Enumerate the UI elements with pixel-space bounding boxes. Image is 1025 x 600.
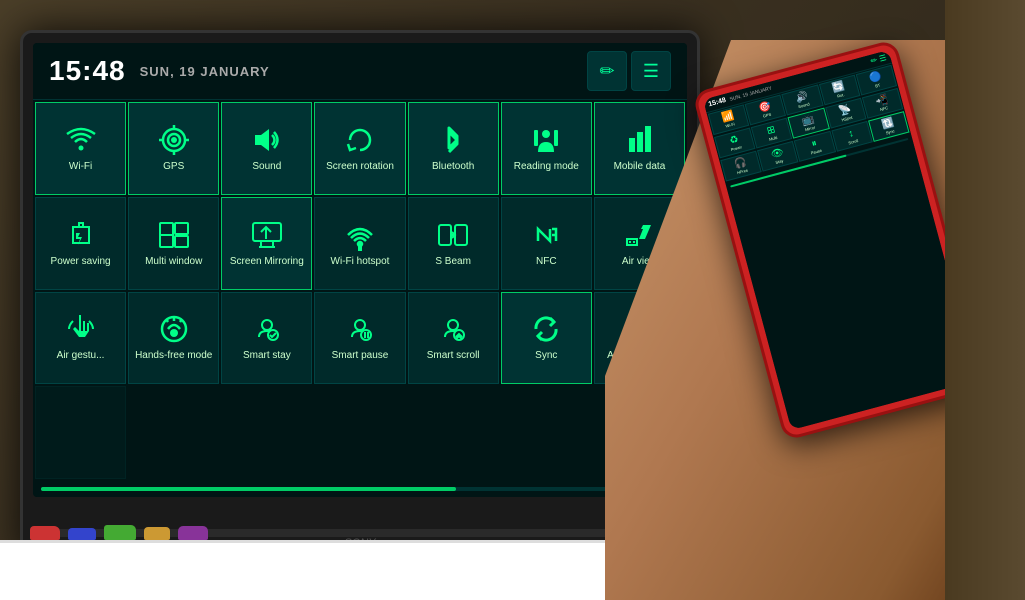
screen-mirroring-icon: [251, 219, 283, 251]
hands-free-icon: [158, 313, 190, 345]
reading-mode-label: Reading mode: [514, 160, 579, 173]
screen-mirroring-label: Screen Mirroring: [230, 255, 304, 268]
screen-rotation-label: Screen rotation: [326, 160, 394, 173]
gps-label: GPS: [163, 160, 184, 173]
smart-pause-label: Smart pause: [332, 349, 389, 362]
s-beam-cell[interactable]: S Beam: [408, 197, 499, 290]
smart-pause-cell[interactable]: Smart pause: [314, 292, 405, 385]
screen-content: 15:48 SUN, 19 JANUARY ✏ ☰: [33, 43, 687, 497]
toy-2: [68, 528, 96, 540]
bluetooth-cell[interactable]: Bluetooth: [408, 102, 499, 195]
sync-icon: [530, 313, 562, 345]
time-display: 15:48: [49, 55, 126, 87]
wifi-hotspot-icon: [344, 219, 376, 251]
multi-window-cell[interactable]: Multi window: [128, 197, 219, 290]
sound-label: Sound: [252, 160, 281, 173]
progress-bar: [41, 487, 679, 491]
smart-stay-icon: [251, 313, 283, 345]
s-beam-icon: [437, 219, 469, 251]
edit-button[interactable]: ✏: [587, 51, 627, 91]
wifi-hotspot-cell[interactable]: Wi-Fi hotspot: [314, 197, 405, 290]
gps-cell[interactable]: GPS: [128, 102, 219, 195]
edit-icon: ✏: [599, 61, 614, 82]
date-display: SUN, 19 JANUARY: [140, 64, 270, 79]
hands-free-label: Hands-free mode: [135, 349, 212, 362]
progress-fill: [41, 487, 456, 491]
s-beam-label: S Beam: [435, 255, 471, 268]
sync-cell[interactable]: Sync: [501, 292, 592, 385]
smart-scroll-icon: [437, 313, 469, 345]
screen-rotation-icon: [344, 124, 376, 156]
power-saving-cell[interactable]: Power saving: [35, 197, 126, 290]
wifi-hotspot-label: Wi-Fi hotspot: [331, 255, 390, 268]
right-wall: [945, 0, 1025, 600]
toy-4: [144, 527, 170, 540]
smart-scroll-cell[interactable]: Smart scroll: [408, 292, 499, 385]
tv-screen: 15:48 SUN, 19 JANUARY ✏ ☰: [33, 43, 687, 497]
toy-1: [30, 526, 60, 540]
bluetooth-label: Bluetooth: [432, 160, 474, 173]
tv-frame: 15:48 SUN, 19 JANUARY ✏ ☰: [20, 30, 700, 560]
multi-window-label: Multi window: [145, 255, 202, 268]
bluetooth-icon: [437, 124, 469, 156]
hands-free-cell[interactable]: Hands-free mode: [128, 292, 219, 385]
sound-cell[interactable]: Sound: [221, 102, 312, 195]
mobile-data-label: Mobile data: [614, 160, 666, 173]
screen-rotation-cell[interactable]: Screen rotation: [314, 102, 405, 195]
menu-icon: ☰: [643, 61, 659, 82]
smart-stay-cell[interactable]: Smart stay: [221, 292, 312, 385]
smart-scroll-label: Smart scroll: [427, 349, 480, 362]
sound-icon: [251, 124, 283, 156]
reading-mode-icon: [530, 124, 562, 156]
toy-3: [104, 525, 136, 540]
menu-button[interactable]: ☰: [631, 51, 671, 91]
wifi-label: Wi-Fi: [69, 160, 92, 173]
air-gesture-cell[interactable]: Air gestu...: [35, 292, 126, 385]
mobile-data-cell[interactable]: Mobile data: [594, 102, 685, 195]
reading-mode-cell[interactable]: Reading mode: [501, 102, 592, 195]
wifi-icon: [65, 124, 97, 156]
smart-stay-label: Smart stay: [243, 349, 291, 362]
nfc-cell[interactable]: NFC: [501, 197, 592, 290]
air-gesture-icon: [65, 313, 97, 345]
quick-settings-grid: Wi-Fi GPS: [33, 100, 687, 481]
header-icons: ✏ ☰: [587, 51, 671, 91]
nfc-label: NFC: [536, 255, 557, 268]
header-bar: 15:48 SUN, 19 JANUARY ✏ ☰: [33, 43, 687, 100]
progress-bar-container: [33, 481, 687, 497]
sync-label: Sync: [535, 349, 557, 362]
wifi-cell[interactable]: Wi-Fi: [35, 102, 126, 195]
air-gesture-label: Air gestu...: [57, 349, 105, 362]
air-view-icon: [623, 219, 655, 251]
multi-window-icon: [158, 219, 190, 251]
shelf-toys: [30, 525, 208, 540]
power-saving-icon: [65, 219, 97, 251]
gps-icon: [158, 124, 190, 156]
nfc-icon: [530, 219, 562, 251]
mobile-data-icon: [623, 124, 655, 156]
power-saving-label: Power saving: [51, 255, 111, 268]
empty-cell: [35, 386, 126, 479]
smart-pause-icon: [344, 313, 376, 345]
toy-5: [178, 526, 208, 540]
screen-mirroring-cell[interactable]: Screen Mirroring: [221, 197, 312, 290]
